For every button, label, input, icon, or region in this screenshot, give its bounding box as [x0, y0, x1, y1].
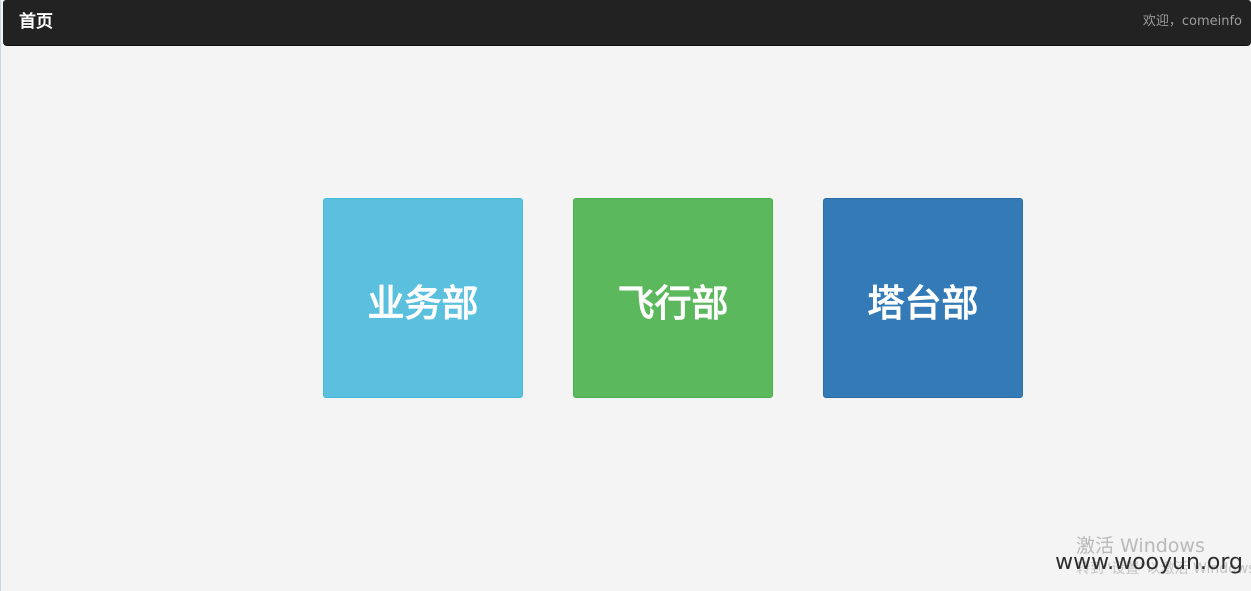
tile-label: 飞行部: [617, 282, 729, 325]
top-navbar: 首页 欢迎，comeinfo: [3, 0, 1251, 46]
home-link[interactable]: 首页: [19, 11, 53, 33]
department-tiles: 业务部 飞行部 塔台部: [323, 198, 1023, 398]
wooyun-watermark: www.wooyun.org: [1055, 550, 1243, 575]
page: 首页 欢迎，comeinfo 业务部 飞行部 塔台部 激活 Windows 转到…: [0, 0, 1251, 591]
welcome-text: 欢迎，comeinfo: [1142, 14, 1242, 29]
tile-flight-department[interactable]: 飞行部: [573, 198, 773, 398]
tile-tower-department[interactable]: 塔台部: [823, 198, 1023, 398]
tile-label: 塔台部: [867, 282, 979, 325]
tile-label: 业务部: [367, 282, 479, 325]
tile-business-department[interactable]: 业务部: [323, 198, 523, 398]
